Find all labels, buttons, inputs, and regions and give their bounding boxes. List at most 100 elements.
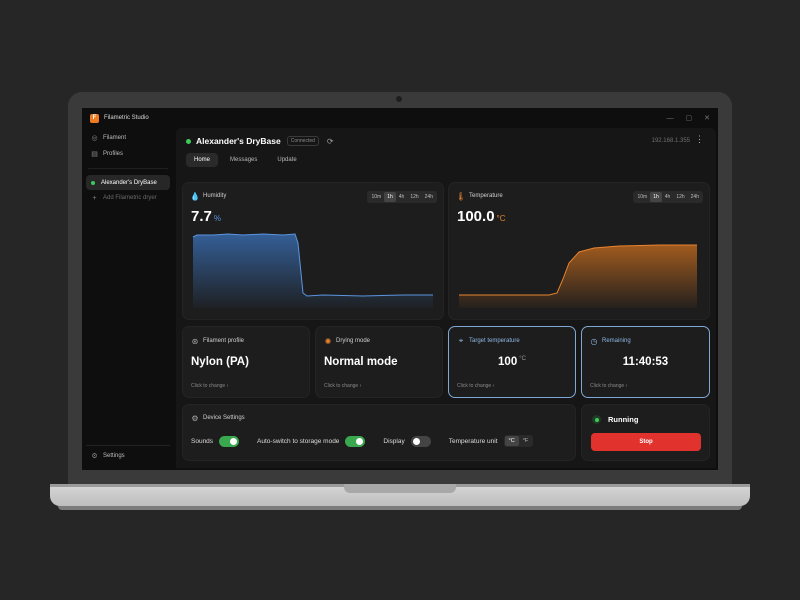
- status-badge: Connected: [286, 136, 319, 146]
- laptop-notch: [344, 484, 456, 493]
- range-24h[interactable]: 24h: [688, 192, 702, 202]
- range-1h[interactable]: 1h: [650, 192, 662, 202]
- ip-address: 192.168.1.355: [651, 138, 690, 144]
- toggle-knob: [356, 437, 364, 445]
- spool-icon: ⊛: [191, 336, 199, 346]
- range-24h[interactable]: 24h: [422, 192, 436, 202]
- range-12h[interactable]: 12h: [673, 192, 687, 202]
- clock-icon: ◷: [590, 336, 598, 346]
- add-dryer-label: Add Filametric dryer: [103, 195, 157, 201]
- temperature-unit: °C: [496, 214, 506, 223]
- temperature-card: 🌡 Temperature 10m 1h 4h 12h 24h 100.0 °C: [448, 182, 710, 320]
- temperature-range-selector: 10m 1h 4h 12h 24h: [633, 191, 703, 203]
- remaining-value: 11:40:53: [622, 356, 669, 368]
- device-settings-title: Device Settings: [203, 415, 245, 421]
- app-title: Filametric Studio: [104, 115, 149, 121]
- drying-mode-card[interactable]: ✺ Drying mode Normal mode Click to chang…: [315, 326, 443, 398]
- temperature-value: 100.0: [457, 208, 495, 225]
- device-header: Alexander's DryBase Connected ⟳: [186, 136, 334, 146]
- maximize-icon[interactable]: ▢: [686, 114, 693, 122]
- range-1h[interactable]: 1h: [384, 192, 396, 202]
- filament-change-link[interactable]: Click to change ›: [191, 383, 228, 389]
- autoswitch-toggle[interactable]: [345, 435, 366, 447]
- drying-mode-title: Drying mode: [336, 338, 371, 344]
- sidebar: ◎ Filament ▤ Profiles Alexander's DryBas…: [82, 128, 174, 470]
- sidebar-item-profiles[interactable]: ▤ Profiles: [82, 146, 174, 162]
- humidity-value: 7.7: [191, 208, 212, 225]
- filament-profile-title: Filament profile: [203, 338, 245, 344]
- target-temperature-title: Target temperature: [469, 338, 520, 344]
- humidity-card: 💧 Humidity 10m 1h 4h 12h 24h 7.7%: [182, 182, 444, 320]
- title-bar: F Filametric Studio — ▢ ✕: [82, 108, 718, 128]
- connected-dot-icon: [91, 180, 95, 185]
- autoswitch-label: Auto-switch to storage mode: [257, 437, 340, 445]
- temperature-header: 🌡 Temperature: [455, 191, 503, 201]
- sounds-label: Sounds: [191, 437, 214, 445]
- sidebar-item-settings[interactable]: ⚙ Settings: [82, 448, 174, 464]
- sounds-toggle[interactable]: [219, 435, 240, 447]
- sidebar-divider: [86, 445, 170, 446]
- sidebar-item-device[interactable]: Alexander's DryBase: [86, 175, 170, 190]
- crosshair-icon: ⌖: [458, 336, 464, 345]
- humidity-chart: [192, 233, 433, 308]
- drying-mode-header: ✺ Drying mode: [324, 337, 371, 346]
- minimize-icon[interactable]: —: [667, 115, 674, 122]
- drying-change-link[interactable]: Click to change ›: [324, 383, 361, 389]
- target-temperature-value-block: 100 °C: [449, 356, 575, 368]
- sidebar-item-label: Filament: [103, 135, 127, 141]
- sidebar-device-label: Alexander's DryBase: [101, 179, 157, 186]
- app-logo-icon: F: [90, 113, 99, 123]
- target-change-link[interactable]: Click to change ›: [457, 383, 494, 389]
- stop-button[interactable]: Stop: [591, 433, 701, 451]
- window-controls: — ▢ ✕: [667, 108, 711, 128]
- humidity-range-selector: 10m 1h 4h 12h 24h: [367, 191, 437, 203]
- range-10m[interactable]: 10m: [368, 192, 384, 202]
- refresh-icon[interactable]: ⟳: [327, 137, 334, 146]
- document-icon: ▤: [91, 151, 98, 158]
- close-icon[interactable]: ✕: [704, 114, 710, 122]
- plus-icon: +: [92, 194, 97, 202]
- remaining-change-link[interactable]: Click to change ›: [590, 383, 627, 389]
- laptop-foot: [58, 506, 742, 510]
- range-4h[interactable]: 4h: [396, 192, 408, 202]
- temperature-chart: [459, 244, 697, 308]
- remaining-card[interactable]: ◷ Remaining 11:40:53 Click to change ›: [581, 326, 710, 398]
- more-options-icon[interactable]: ⋮: [695, 135, 704, 144]
- display-label: Display: [383, 437, 405, 445]
- device-settings-card: ⚙ Device Settings Sounds Auto-switch to …: [182, 404, 576, 461]
- sidebar-divider: [88, 168, 168, 169]
- humidity-area: [193, 234, 433, 308]
- main-panel: Alexander's DryBase Connected ⟳ 192.168.…: [176, 128, 716, 468]
- camera-dot: [396, 96, 402, 102]
- humidity-unit: %: [213, 214, 221, 223]
- range-12h[interactable]: 12h: [407, 192, 421, 202]
- range-10m[interactable]: 10m: [634, 192, 650, 202]
- app-window: F Filametric Studio — ▢ ✕ ◎ Filament ▤ P…: [82, 108, 718, 470]
- remaining-header: ◷ Remaining: [590, 336, 631, 346]
- run-status: Running: [592, 415, 638, 424]
- settings-row: Sounds Auto-switch to storage mode Displ…: [191, 435, 534, 447]
- humidity-title: Humidity: [203, 193, 227, 199]
- range-4h[interactable]: 4h: [662, 192, 674, 202]
- temperature-value-block: 100.0 °C: [457, 208, 506, 225]
- filament-profile-header: ⊛ Filament profile: [191, 336, 245, 346]
- tab-messages[interactable]: Messages: [222, 153, 265, 167]
- unit-fahrenheit-button[interactable]: °F: [519, 436, 533, 446]
- target-temperature-card[interactable]: ⌖ Target temperature 100 °C Click to chan…: [448, 326, 576, 398]
- display-toggle[interactable]: [410, 435, 431, 447]
- run-control-card: Running Stop: [581, 404, 710, 461]
- device-settings-header: ⚙ Device Settings: [191, 414, 245, 423]
- run-status-label: Running: [608, 415, 639, 424]
- filament-profile-card[interactable]: ⊛ Filament profile Nylon (PA) Click to c…: [182, 326, 310, 398]
- sidebar-item-label: Settings: [103, 453, 125, 459]
- sidebar-item-filament[interactable]: ◎ Filament: [82, 130, 174, 146]
- thermometer-icon: 🌡: [455, 191, 467, 201]
- temperature-unit-selector: °C °F: [503, 435, 534, 447]
- filament-profile-value: Nylon (PA): [191, 356, 249, 368]
- tab-update[interactable]: Update: [269, 153, 304, 167]
- add-dryer-button[interactable]: + Add Filametric dryer: [82, 190, 174, 206]
- tab-bar: Home Messages Update: [186, 153, 305, 167]
- unit-celsius-button[interactable]: °C: [504, 436, 519, 446]
- tab-home[interactable]: Home: [186, 153, 219, 167]
- running-status-icon: [592, 415, 601, 424]
